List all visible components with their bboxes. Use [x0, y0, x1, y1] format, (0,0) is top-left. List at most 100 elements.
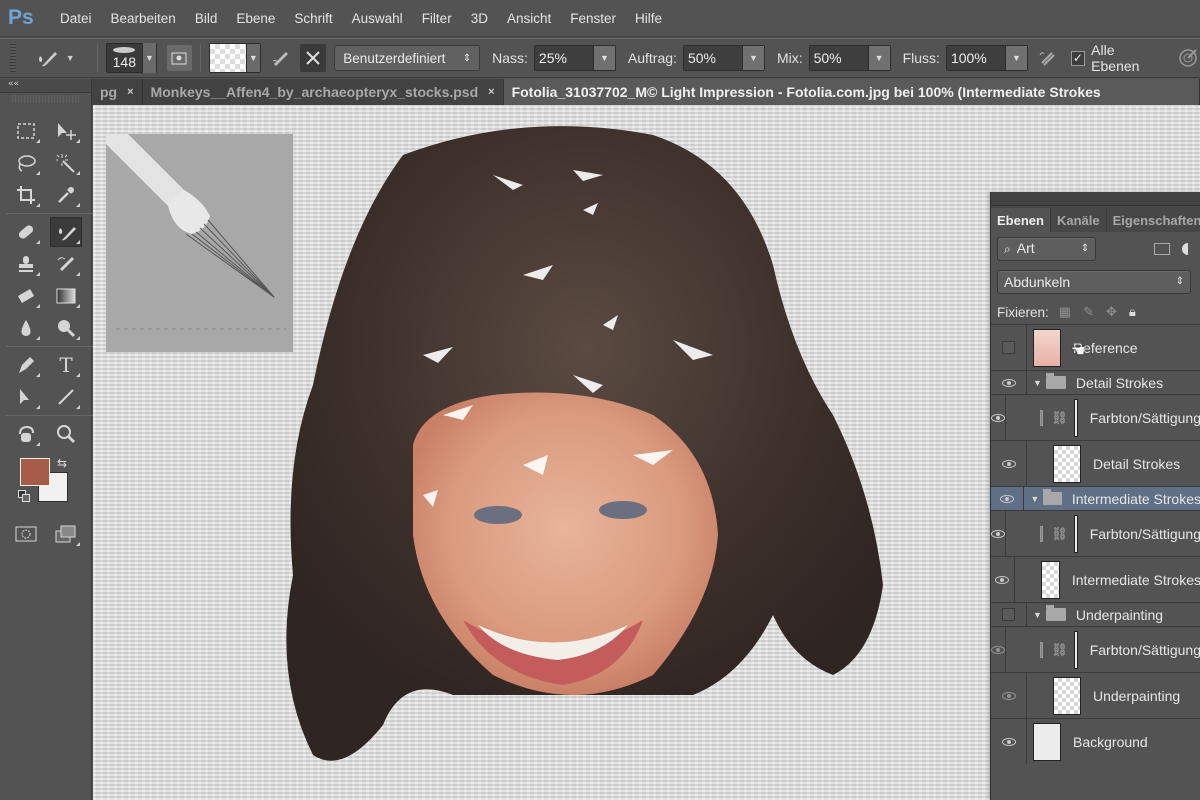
load-brush-icon[interactable] — [269, 45, 294, 71]
lock-pixels-icon[interactable]: ✎ — [1083, 304, 1094, 320]
mix-preset-select[interactable]: Benutzerdefiniert ⇕ — [334, 45, 481, 71]
swap-colors-icon[interactable]: ⇆ — [57, 456, 67, 470]
move-tool-icon[interactable] — [50, 116, 82, 146]
layer-row[interactable]: Background — [991, 718, 1200, 764]
gradient-tool-icon[interactable] — [50, 281, 82, 311]
default-colors-icon[interactable] — [18, 490, 32, 504]
menu-schrift[interactable]: Schrift — [294, 11, 332, 26]
zoom-tool-icon[interactable] — [50, 419, 82, 449]
magic-wand-tool-icon[interactable] — [50, 148, 82, 178]
layer-row[interactable]: ⛓︎ Farbton/Sättigung — [991, 626, 1200, 672]
layer-group-row[interactable]: ▼ Underpainting — [991, 602, 1200, 626]
layer-row[interactable]: Underpainting — [991, 672, 1200, 718]
current-brush-load-swatch[interactable]: ▼ — [208, 43, 261, 73]
blur-tool-icon[interactable] — [10, 313, 42, 343]
blend-mode-select[interactable]: Abdunkeln ⇕ — [997, 269, 1191, 294]
lock-position-icon[interactable]: ✥ — [1106, 304, 1117, 320]
menu-3d[interactable]: 3D — [471, 11, 488, 26]
brush-panel-toggle-icon[interactable] — [167, 45, 192, 71]
menu-datei[interactable]: Datei — [60, 11, 92, 26]
menu-bearbeiten[interactable]: Bearbeiten — [111, 11, 176, 26]
close-icon[interactable]: × — [127, 86, 133, 98]
chevron-down-icon[interactable]: ▼ — [592, 46, 615, 70]
healing-brush-tool-icon[interactable] — [10, 217, 42, 247]
quick-mask-icon[interactable] — [10, 519, 42, 549]
marquee-tool-icon[interactable] — [10, 116, 42, 146]
menu-ansicht[interactable]: Ansicht — [507, 11, 551, 26]
all-layers-checkbox[interactable]: ✓ — [1070, 50, 1086, 66]
expand-triangle-icon[interactable]: ▼ — [1030, 494, 1039, 504]
lock-all-icon[interactable]: 🔒︎ — [1129, 304, 1136, 320]
eraser-tool-icon[interactable] — [10, 281, 42, 311]
menu-auswahl[interactable]: Auswahl — [352, 11, 403, 26]
tools-grip[interactable] — [12, 95, 79, 103]
lasso-tool-icon[interactable] — [10, 148, 42, 178]
menu-filter[interactable]: Filter — [422, 11, 452, 26]
auftrag-field[interactable]: 50% ▼ — [682, 45, 765, 71]
layer-mask-thumbnail[interactable] — [1073, 630, 1078, 669]
layer-row[interactable]: ⛓︎ Farbton/Sättigung — [991, 510, 1200, 556]
link-icon[interactable]: ⛓︎ — [1051, 410, 1068, 426]
visibility-toggle[interactable] — [991, 487, 1025, 510]
visibility-toggle[interactable] — [991, 603, 1027, 626]
visibility-toggle[interactable] — [991, 371, 1027, 394]
layer-row[interactable]: ⛓︎ Farbton/Sättigung — [991, 394, 1200, 440]
layer-row[interactable]: Intermediate Strokes — [991, 556, 1200, 602]
chevron-down-icon[interactable]: ▼ — [741, 46, 764, 70]
dodge-tool-icon[interactable] — [50, 313, 82, 343]
tool-preset-picker[interactable]: ▼ — [34, 45, 75, 71]
layer-mask-thumbnail[interactable] — [1073, 514, 1078, 553]
tab-ebenen[interactable]: Ebenen — [991, 208, 1051, 232]
link-icon[interactable]: ⛓︎ — [1051, 642, 1068, 658]
layer-group-row-selected[interactable]: ▼ Intermediate Strokes — [991, 486, 1200, 510]
tab-kanale[interactable]: Kanäle — [1051, 208, 1107, 232]
collapse-panel-icon[interactable]: «« — [0, 79, 91, 93]
mixer-brush-tool-icon[interactable] — [50, 217, 82, 247]
visibility-toggle[interactable] — [991, 557, 1015, 602]
eyedropper-tool-icon[interactable] — [50, 180, 82, 210]
mix-field[interactable]: 50% ▼ — [808, 45, 891, 71]
clone-stamp-tool-icon[interactable] — [10, 249, 42, 279]
panel-header[interactable] — [991, 192, 1200, 206]
mix-value[interactable]: 50% — [809, 46, 868, 70]
document-tab[interactable]: Monkeys__Affen4_by_archaeopteryx_stocks.… — [143, 79, 504, 105]
visibility-toggle[interactable] — [991, 511, 1006, 556]
fluss-value[interactable]: 100% — [946, 46, 1005, 70]
layer-mask-thumbnail[interactable] — [1073, 398, 1078, 437]
menu-fenster[interactable]: Fenster — [570, 11, 616, 26]
visibility-toggle[interactable] — [991, 673, 1027, 718]
line-tool-icon[interactable] — [50, 382, 82, 412]
lock-transparency-icon[interactable]: ▦ — [1059, 304, 1071, 320]
visibility-toggle[interactable] — [991, 627, 1006, 672]
link-icon[interactable]: ⛓︎ — [1051, 526, 1068, 542]
nass-field[interactable]: 25% ▼ — [533, 45, 616, 71]
expand-triangle-icon[interactable]: ▼ — [1033, 378, 1042, 388]
tab-eigenschaften[interactable]: Eigenschaften — [1107, 208, 1200, 232]
history-brush-tool-icon[interactable] — [50, 249, 82, 279]
fluss-field[interactable]: 100% ▼ — [945, 45, 1028, 71]
menu-ebene[interactable]: Ebene — [236, 11, 275, 26]
rotate-view-tool-icon[interactable] — [10, 419, 42, 449]
screen-mode-icon[interactable] — [50, 519, 82, 549]
chevron-down-icon[interactable]: ▼ — [867, 46, 890, 70]
chevron-down-icon[interactable]: ▼ — [1004, 46, 1027, 70]
adjustment-filter-icon[interactable] — [1182, 242, 1194, 255]
clean-brush-icon[interactable] — [299, 44, 327, 72]
visibility-toggle[interactable] — [991, 325, 1027, 370]
options-bar-grip[interactable] — [10, 44, 16, 72]
crop-tool-icon[interactable] — [10, 180, 42, 210]
visibility-toggle[interactable] — [991, 719, 1027, 764]
pressure-icon[interactable] — [1175, 45, 1200, 71]
visibility-toggle[interactable] — [991, 441, 1027, 486]
nass-value[interactable]: 25% — [534, 46, 593, 70]
pen-tool-icon[interactable] — [10, 350, 42, 380]
layer-group-row[interactable]: ▼ Detail Strokes — [991, 370, 1200, 394]
airbrush-icon[interactable] — [1036, 45, 1061, 71]
expand-triangle-icon[interactable]: ▼ — [1033, 610, 1042, 620]
image-filter-icon[interactable] — [1154, 242, 1171, 255]
menu-hilfe[interactable]: Hilfe — [635, 11, 662, 26]
document-tab-active[interactable]: Fotolia_31037702_M© Light Impression - F… — [503, 79, 1200, 105]
auftrag-value[interactable]: 50% — [683, 46, 742, 70]
layer-row[interactable]: Detail Strokes — [991, 440, 1200, 486]
close-icon[interactable]: × — [488, 86, 494, 98]
